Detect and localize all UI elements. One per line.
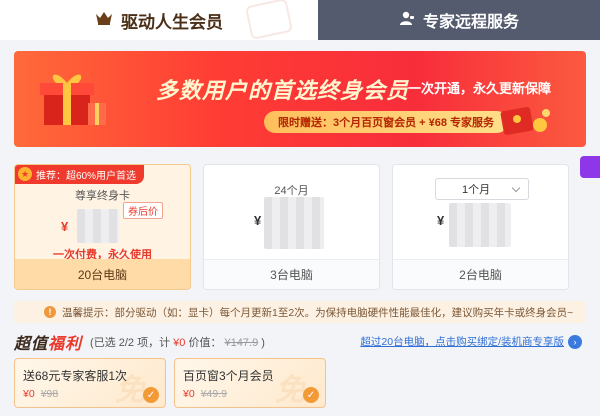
tab-label: 专家远程服务 [422, 14, 519, 31]
price-value-obscured [77, 209, 119, 243]
promo-pill: 限时赠送：3个月百页窗会员 + ¥68 专家服务 [264, 111, 509, 133]
plan-devices: 20台电脑 [15, 259, 190, 289]
plan-devices: 2台电脑 [393, 259, 568, 289]
bulk-purchase-link-text: 超过20台电脑，点击购买绑定/装机商专享版 [360, 336, 564, 348]
currency-symbol: ¥ [61, 219, 69, 234]
benefits-total: ¥0 [173, 337, 186, 349]
decoration [244, 0, 294, 40]
support-agent-icon [399, 10, 415, 31]
offer-price-now: ¥0 [183, 388, 195, 400]
summary-close: ) [261, 337, 265, 349]
banner-headline: 多数用户的首选终身会员 [156, 78, 410, 103]
offer-name: 百页窗3个月会员 [183, 369, 274, 383]
benefits-header: 超值福利 (已选 2/2 项，计 ¥0 价值： ¥147.9 ) 超过20台电脑… [14, 331, 586, 353]
plan-card-24-months[interactable]: 24个月 ¥ 3台电脑 [203, 164, 380, 290]
currency-symbol: ¥ [254, 213, 262, 228]
price-value-obscured [449, 203, 511, 247]
value-label: 价值： [188, 337, 222, 349]
notice-bar: ! 温馨提示：部分驱动（如：显卡）每个月更新1至2次。为保持电脑硬件性能最佳化，… [14, 301, 586, 323]
warning-icon: ! [44, 306, 56, 318]
tab-label: 驱动人生会员 [121, 12, 223, 32]
banner-slogan: 一次开通，永久更新保障 [408, 81, 552, 96]
notice-text: 温馨提示：部分驱动（如：显卡）每个月更新1至2次。为保持电脑硬件性能最佳化，建议… [62, 306, 574, 319]
plan-card-lifetime[interactable]: ★ 推荐：超60%用户首选 尊享终身卡 ¥ 券后价 一次付费，永久使用 20台电… [14, 164, 191, 290]
promo-banner[interactable]: 多数用户的首选终身会员 一次开通，永久更新保障 限时赠送：3个月百页窗会员 + … [14, 51, 586, 147]
offer-name: 送68元专家客服1次 [23, 369, 128, 383]
badge-label: 推荐：超60%用户首选 [36, 170, 137, 182]
offer-price: ¥0 ¥49.9 [183, 388, 227, 400]
benefits-title: 超值福利 [14, 330, 82, 354]
checked-icon[interactable]: ✓ [303, 387, 319, 403]
gift-box-icon [38, 67, 108, 129]
price-value-obscured [264, 197, 324, 249]
offer-card-baiyechuang[interactable]: 免 百页窗3个月会员 ¥0 ¥49.9 ✓ [174, 358, 326, 408]
chevron-down-icon [511, 183, 521, 193]
benefits-title-main: 超值 [14, 336, 49, 353]
coupon-price-tag: 券后价 [123, 202, 163, 219]
offer-price-original: ¥98 [40, 388, 59, 400]
flame-icon: ★ [18, 167, 32, 181]
benefits-title-accent: 福利 [48, 336, 83, 353]
duration-select-value: 1个月 [462, 184, 491, 196]
plan-devices: 3台电脑 [204, 259, 379, 289]
benefits-summary: (已选 2/2 项，计 ¥0 价值： ¥147.9 ) [90, 334, 265, 350]
benefits-value: ¥147.9 [224, 337, 259, 349]
offer-price-now: ¥0 [23, 388, 35, 400]
plan-card-monthly[interactable]: 1个月 ¥ 2台电脑 [392, 164, 569, 290]
bulk-purchase-link[interactable]: 超过20台电脑，点击购买绑定/装机商专享版 › [360, 334, 582, 349]
offer-card-expert-service[interactable]: 免 送68元专家客服1次 ¥0 ¥98 ✓ [14, 358, 166, 408]
offer-price: ¥0 ¥98 [23, 388, 58, 400]
plan-title: 24个月 [274, 185, 309, 197]
offer-price-original: ¥49.9 [200, 388, 227, 400]
crown-icon [95, 10, 113, 30]
currency-symbol: ¥ [437, 213, 445, 228]
tab-driver-life-member[interactable]: 驱动人生会员 [0, 0, 318, 40]
red-envelope-icon [496, 103, 552, 137]
checked-icon[interactable]: ✓ [143, 387, 159, 403]
duration-select[interactable]: 1个月 [435, 178, 529, 200]
tab-expert-remote-service[interactable]: 专家远程服务 [318, 0, 600, 40]
selected-count: (已选 2/2 项，计 [90, 337, 171, 349]
recommend-badge: ★ 推荐：超60%用户首选 [15, 165, 145, 184]
tab-bar: 驱动人生会员 专家远程服务 [0, 0, 600, 40]
plan-title: 尊享终身卡 [75, 190, 130, 202]
next-plan-tab[interactable] [580, 156, 600, 178]
arrow-right-icon: › [568, 334, 582, 349]
free-watermark: 免 [275, 374, 305, 407]
